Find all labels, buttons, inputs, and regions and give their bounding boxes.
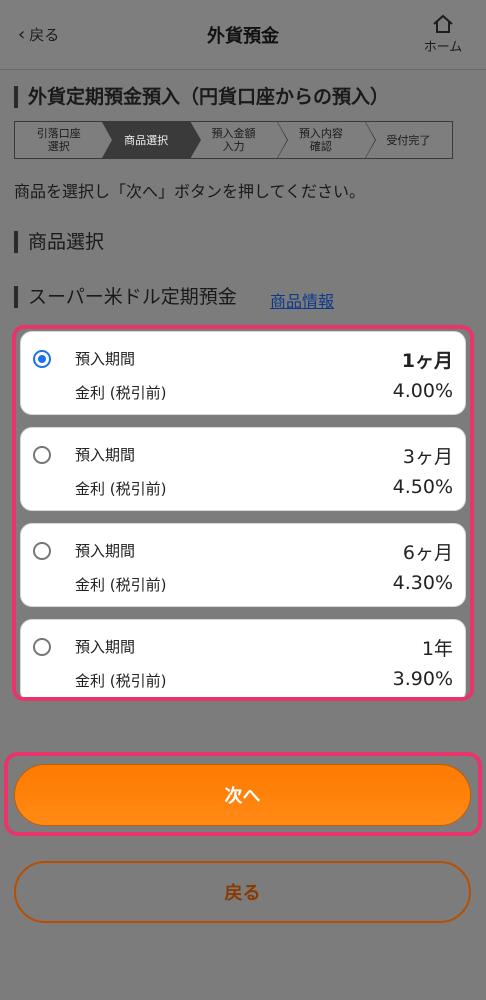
period-value: 6ヶ月 (402, 542, 453, 564)
rate-label: 金利 (税引前) (75, 576, 167, 594)
home-label: ホーム (423, 40, 463, 55)
step-label: 商品選択 (124, 133, 169, 147)
period-label: 預入期間 (75, 638, 136, 656)
back-button[interactable]: 戻る (14, 861, 471, 923)
section-title: 外貨定期預金預入（円貨口座からの預入） (14, 86, 389, 108)
product-info-link[interactable]: 商品情報 (270, 288, 334, 312)
progress-stepper: 引落口座 選択 商品選択 預入金額 入力 預入内容 確認 受付完了 (14, 121, 453, 159)
instruction-text: 商品を選択し「次へ」ボタンを押してください。 (14, 182, 366, 201)
rate-label: 金利 (税引前) (75, 672, 167, 690)
term-options: 預入期間 1ヶ月 金利 (税引前) 4.00% 預入期間 3ヶ月 金利 (税引前… (12, 325, 474, 701)
app-header: ‹ 戻る 外貨預金 ホーム (0, 0, 486, 70)
radio-button[interactable] (33, 350, 51, 368)
rate-label: 金利 (税引前) (75, 384, 167, 402)
term-option-6month[interactable]: 預入期間 6ヶ月 金利 (税引前) 4.30% (20, 523, 466, 607)
period-value: 1年 (421, 638, 453, 660)
step-label: 受付完了 (386, 133, 431, 147)
period-label: 預入期間 (75, 542, 136, 560)
page-title: 外貨預金 (207, 26, 279, 47)
step-confirm: 預入内容 確認 (277, 121, 377, 159)
rate-value: 3.90% (392, 668, 453, 690)
radio-button[interactable] (33, 542, 51, 560)
step-amount: 預入金額 入力 (190, 121, 289, 159)
term-option-3month[interactable]: 預入期間 3ヶ月 金利 (税引前) 4.50% (20, 427, 466, 511)
period-label: 預入期間 (75, 446, 136, 464)
next-button[interactable]: 次へ (14, 764, 471, 826)
term-option-1year[interactable]: 預入期間 1年 金利 (税引前) 3.90% (20, 619, 466, 697)
rate-value: 4.00% (392, 380, 453, 402)
period-value: 3ヶ月 (402, 446, 453, 468)
rate-value: 4.30% (392, 572, 453, 594)
product-section-title: 商品選択 (14, 231, 104, 253)
home-icon (433, 14, 453, 33)
radio-button[interactable] (33, 638, 51, 656)
period-value: 1ヶ月 (401, 350, 453, 372)
step-label: 預入内容 確認 (298, 127, 343, 153)
home-button[interactable]: ホーム (418, 14, 468, 55)
step-complete: 受付完了 (365, 122, 452, 158)
step-label: 預入金額 入力 (211, 127, 256, 153)
step-product: 商品選択 (102, 121, 202, 159)
rate-value: 4.50% (392, 476, 453, 498)
step-label: 引落口座 選択 (36, 127, 81, 153)
period-label: 預入期間 (75, 350, 136, 368)
term-option-1month[interactable]: 預入期間 1ヶ月 金利 (税引前) 4.00% (20, 331, 466, 415)
step-account: 引落口座 選択 (15, 121, 114, 159)
product-name: スーパー米ドル定期預金 (14, 286, 237, 308)
rate-label: 金利 (税引前) (75, 480, 167, 498)
radio-button[interactable] (33, 446, 51, 464)
